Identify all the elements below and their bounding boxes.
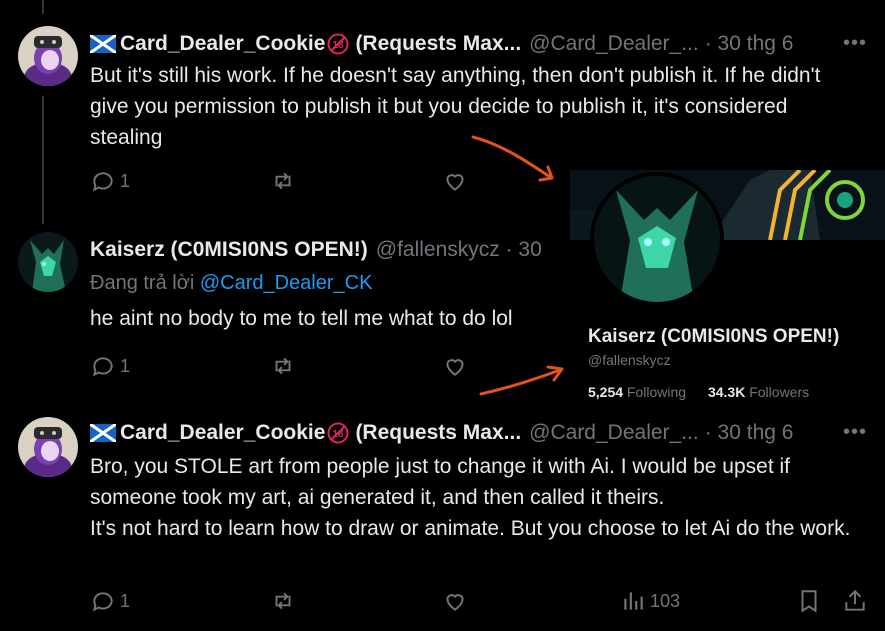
tweet-time[interactable]: · 30 thg 6 — [705, 421, 794, 445]
like-button[interactable] — [442, 588, 468, 614]
author-handle[interactable]: @Card_Dealer_... — [529, 32, 699, 56]
tweet-text: Bro, you STOLE art from people just to c… — [90, 451, 860, 544]
tweet-text-line: It's not hard to learn how to draw or an… — [90, 517, 851, 540]
views-button[interactable]: 103 — [620, 588, 680, 614]
avatar-card-dealer[interactable] — [18, 26, 78, 86]
profile-handle[interactable]: @fallenskycz — [588, 352, 671, 368]
eighteen-plus-icon: 18 — [327, 33, 349, 55]
followers-link[interactable]: 34.3K Followers — [708, 384, 809, 400]
followers-label: Followers — [749, 384, 810, 400]
tweet-3[interactable]: Card_Dealer_Cookie 18 (Requests Max... @… — [0, 405, 885, 631]
views-icon — [624, 592, 643, 610]
author-handle[interactable]: @Card_Dealer_... — [529, 421, 699, 445]
reply-button[interactable]: 1 — [90, 168, 130, 194]
author-name[interactable]: Kaiserz (C0MISI0NS OPEN!) — [90, 238, 368, 262]
tweet-actions: 1 103 — [90, 588, 870, 618]
like-icon — [446, 359, 464, 376]
followers-count: 34.3K — [707, 384, 746, 400]
replying-to-handle[interactable]: @Card_Dealer_CK — [200, 272, 373, 294]
scotland-flag-icon — [90, 35, 116, 53]
like-icon — [446, 594, 464, 611]
retweet-button[interactable] — [270, 588, 296, 614]
scotland-flag-icon — [90, 424, 116, 442]
profile-avatar[interactable] — [590, 172, 724, 306]
bookmark-button[interactable] — [796, 588, 822, 614]
reply-count: 1 — [120, 355, 131, 376]
retweet-icon — [275, 357, 291, 375]
tweet-header: Card_Dealer_Cookie 18 (Requests Max... @… — [90, 32, 793, 56]
replying-to: Đang trả lời @Card_Dealer_CK — [90, 272, 372, 295]
retweet-icon — [275, 172, 291, 190]
svg-text:18: 18 — [333, 40, 345, 51]
profile-name[interactable]: Kaiserz (C0MISI0NS OPEN!) — [588, 326, 839, 348]
following-count: 5,254 — [588, 384, 624, 400]
more-options-button[interactable]: ••• — [843, 32, 867, 55]
reply-count: 1 — [120, 590, 131, 611]
replying-to-label: Đang trả lời — [90, 272, 195, 294]
reply-button[interactable]: 1 — [90, 353, 130, 379]
share-button[interactable] — [842, 588, 868, 614]
like-button[interactable] — [442, 168, 468, 194]
author-name[interactable]: Card_Dealer_Cookie — [120, 32, 325, 56]
reply-count: 1 — [120, 170, 131, 191]
following-label: Following — [626, 384, 687, 400]
more-options-button[interactable]: ••• — [843, 421, 867, 444]
profile-stats: 5,254 Following 34.3K Followers — [588, 384, 809, 400]
views-count: 103 — [650, 590, 681, 611]
retweet-button[interactable] — [270, 353, 296, 379]
retweet-icon — [275, 592, 291, 610]
tweet-text-line: Bro, you STOLE art from people just to c… — [90, 455, 790, 509]
author-name-suffix[interactable]: (Requests Max... — [355, 421, 521, 445]
avatar-kaiserz[interactable] — [18, 232, 78, 292]
avatar-card-dealer[interactable] — [18, 417, 78, 477]
like-button[interactable] — [442, 353, 468, 379]
bookmark-icon — [801, 590, 817, 613]
reply-button[interactable]: 1 — [90, 588, 130, 614]
reply-icon — [92, 172, 113, 192]
reply-icon — [92, 592, 113, 612]
share-icon — [845, 589, 865, 611]
profile-hover-card[interactable]: Kaiserz (C0MISI0NS OPEN!) @fallenskycz 5… — [570, 170, 885, 410]
svg-text:18: 18 — [333, 429, 345, 440]
author-name-suffix[interactable]: (Requests Max... — [355, 32, 521, 56]
reply-icon — [92, 357, 113, 377]
annotation-arrow-bottom — [479, 365, 564, 396]
author-handle[interactable]: @fallenskycz · 30 — [376, 238, 542, 262]
author-name[interactable]: Card_Dealer_Cookie — [120, 421, 325, 445]
retweet-button[interactable] — [270, 168, 296, 194]
following-link[interactable]: 5,254 Following — [588, 384, 686, 400]
tweet-header: Card_Dealer_Cookie 18 (Requests Max... @… — [90, 421, 793, 445]
tweet-header: Kaiserz (C0MISI0NS OPEN!) @fallenskycz ·… — [90, 238, 542, 262]
like-icon — [446, 174, 464, 191]
eighteen-plus-icon: 18 — [327, 422, 349, 444]
annotation-arrow-top — [471, 135, 554, 182]
tweet-time[interactable]: · 30 thg 6 — [705, 32, 794, 56]
